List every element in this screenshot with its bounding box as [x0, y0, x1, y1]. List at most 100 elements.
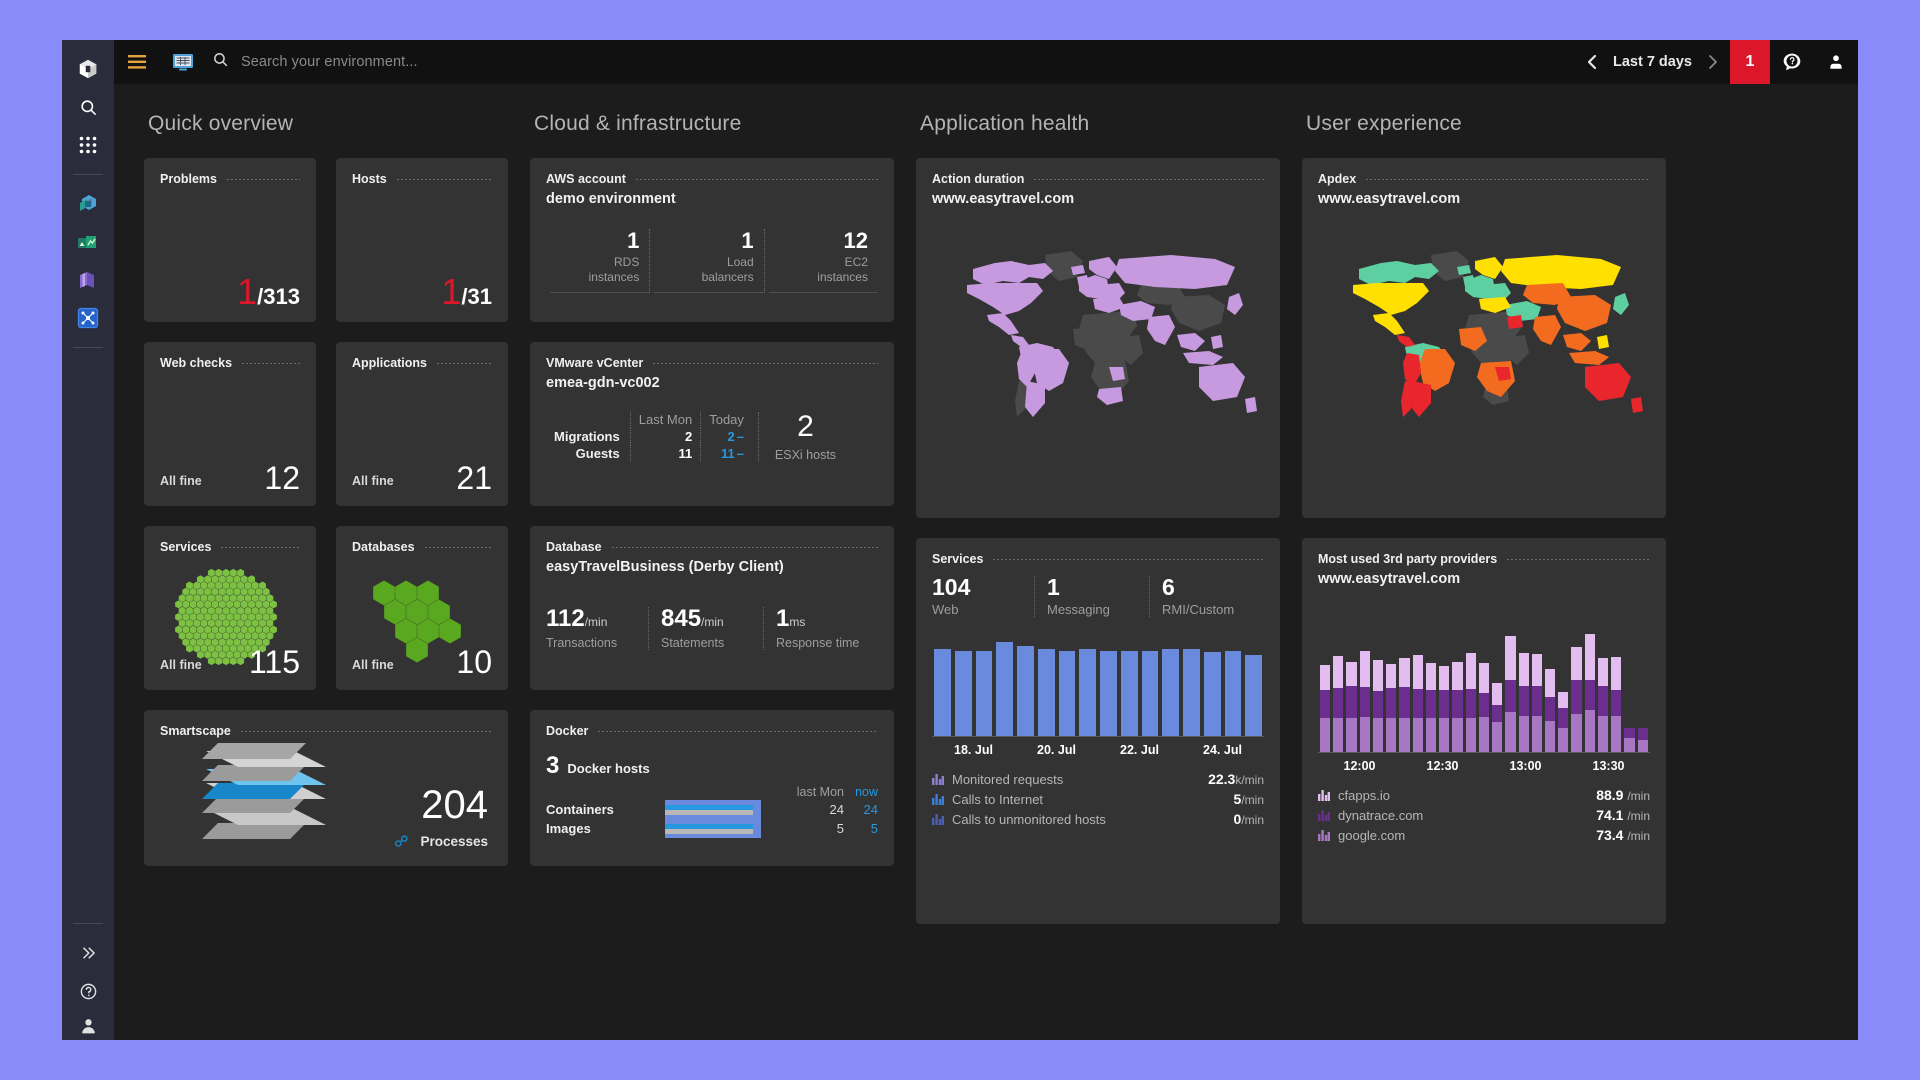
world-map-apdex[interactable] [1318, 241, 1650, 431]
third-party-bar-chart[interactable]: 12:00 12:30 13:00 13:30 [1318, 634, 1650, 773]
title-rule [240, 730, 492, 732]
map-region-active [1077, 275, 1089, 287]
chart-bar [1203, 651, 1221, 736]
map-region-active [1563, 333, 1591, 351]
legend-value: 5/min [1233, 791, 1264, 807]
chart-bar [1245, 654, 1262, 736]
map-region-active [1177, 333, 1205, 351]
chart-bar [954, 650, 972, 736]
esxi-caption: ESXi hosts [774, 448, 837, 462]
timeframe-next-button[interactable] [1696, 40, 1730, 84]
tile-title: Database [546, 540, 602, 554]
search-input[interactable]: Search your environment... [241, 54, 418, 70]
smartscape-layers-icon [166, 739, 342, 848]
hosts-total-count: /31 [461, 284, 492, 309]
tile-database[interactable]: Database easyTravelBusiness (Derby Clien… [530, 526, 894, 690]
chart-bar [1058, 650, 1076, 736]
column-user-experience: User experience Apdex www.easytravel.com [1302, 112, 1666, 1040]
chart-bars [932, 633, 1264, 737]
timeframe-label[interactable]: Last 7 days [1609, 54, 1696, 70]
tile-web-checks[interactable]: Web checks All fine 12 [144, 342, 316, 506]
chart-bar [1492, 683, 1503, 752]
chart-bar [1017, 646, 1034, 736]
alert-count-badge[interactable]: 1 [1730, 40, 1770, 84]
smartscape-processes-count: 204 [421, 783, 488, 827]
world-map-action-duration[interactable] [932, 241, 1264, 431]
transactions-services-icon[interactable] [62, 223, 114, 261]
hosts-icon[interactable] [62, 261, 114, 299]
table-row: Images 5 5 [546, 819, 878, 838]
search-icon [212, 51, 229, 73]
tile-title: Services [932, 552, 984, 566]
help-chat-icon[interactable] [1770, 40, 1814, 84]
trend-flat-icon: – [736, 429, 744, 444]
tile-vmware-vcenter[interactable]: VMware vCenter emea-gdn-vc002 Last Mon T… [530, 342, 894, 506]
dynatrace-logo-icon[interactable] [62, 50, 114, 88]
tile-problems[interactable]: Problems 1 /313 [144, 158, 316, 322]
tile-title: Smartscape [160, 724, 231, 738]
tile-smartscape[interactable]: Smartscape 204 Processes [144, 710, 508, 866]
legend-value: 88.9 /min [1596, 787, 1650, 803]
map-region-active [1359, 261, 1439, 285]
metric-value: 1 [741, 228, 754, 253]
web-checks-count: 12 [264, 460, 300, 496]
legend-row[interactable]: Calls to Internet 5/min [932, 789, 1264, 809]
user-avatar-icon[interactable] [1814, 40, 1858, 84]
expand-chevrons-icon[interactable] [62, 934, 114, 972]
legend-label: google.com [1338, 827, 1406, 843]
third-party-chart-legend: cfapps.io 88.9 /min dynatrace.com 74.1 /min… [1318, 785, 1650, 845]
map-region-active [1463, 275, 1475, 287]
timeframe-prev-button[interactable] [1575, 40, 1609, 84]
chart-bar [1346, 662, 1357, 752]
map-region-active [967, 283, 1043, 315]
map-region-active [1211, 335, 1223, 349]
legend-label: dynatrace.com [1338, 807, 1424, 823]
tile-title: Docker [546, 724, 589, 738]
tile-apdex[interactable]: Apdex www.easytravel.com [1302, 158, 1666, 518]
legend-row[interactable]: dynatrace.com 74.1 /min [1318, 805, 1650, 825]
smartscape-icon[interactable] [62, 299, 114, 337]
tile-title: Databases [352, 540, 415, 554]
vmware-esxi-hosts: 2 ESXi hosts [757, 412, 837, 462]
legend-label: Calls to Internet [952, 791, 1044, 807]
legend-row[interactable]: google.com 73.4 /min [1318, 825, 1650, 845]
map-region-active [1613, 293, 1629, 315]
legend-row[interactable]: Calls to unmonitored hosts 0/min [932, 809, 1264, 829]
metric-caption: RDS instances [588, 255, 640, 285]
docker-table: last Mon now Containers 24 24 Images 5 5 [546, 784, 878, 838]
applications-icon[interactable] [62, 185, 114, 223]
user-account-icon[interactable] [62, 1010, 114, 1040]
dashboard-icon[interactable] [160, 40, 206, 84]
tile-services[interactable]: Services All fine 115 [144, 526, 316, 690]
map-region-active [1097, 387, 1123, 405]
hamburger-menu-icon[interactable] [114, 40, 160, 84]
tile-databases[interactable]: Databases All fine 10 [336, 526, 508, 690]
aws-metric-rds: 1 RDS instances [546, 228, 650, 294]
services-bar-chart[interactable]: 18. Jul 20. Jul 22. Jul 24. Jul [932, 633, 1264, 757]
column-title: Quick overview [148, 112, 294, 135]
tile-applications[interactable]: Applications All fine 21 [336, 342, 508, 506]
status-label: All fine [160, 658, 202, 672]
chart-bar [1425, 663, 1437, 752]
legend-row[interactable]: Monitored requests 22.3k/min [932, 769, 1264, 789]
global-search[interactable]: Search your environment... [206, 51, 1575, 73]
metric-caption: RMI/Custom [1162, 602, 1235, 617]
legend-unit: /min [1627, 789, 1650, 803]
map-region-active [1557, 295, 1611, 331]
help-circle-icon[interactable] [62, 972, 114, 1010]
tile-docker[interactable]: Docker 3 Docker hosts last Mon now Conta… [530, 710, 894, 866]
legend-label: cfapps.io [1338, 787, 1391, 803]
search-icon[interactable] [62, 88, 114, 126]
legend-row[interactable]: cfapps.io 88.9 /min [1318, 785, 1650, 805]
axis-tick-label: 13:30 [1592, 759, 1625, 773]
tile-services-chart[interactable]: Services 104 Web 1 Messaging 6 RMI/Custo… [916, 538, 1280, 924]
tile-hosts[interactable]: Hosts 1 /31 [336, 158, 508, 322]
map-region-active [1397, 335, 1415, 347]
problems-total-count: /313 [257, 284, 300, 309]
tile-aws-account[interactable]: AWS account demo environment 1 RDS insta… [530, 158, 894, 322]
tile-third-party-providers[interactable]: Most used 3rd party providers www.easytr… [1302, 538, 1666, 924]
tile-action-duration[interactable]: Action duration www.easytravel.com [916, 158, 1280, 518]
apps-grid-icon[interactable] [62, 126, 114, 164]
vcenter-name: emea-gdn-vc002 [546, 375, 660, 391]
map-region-active [1569, 351, 1609, 365]
